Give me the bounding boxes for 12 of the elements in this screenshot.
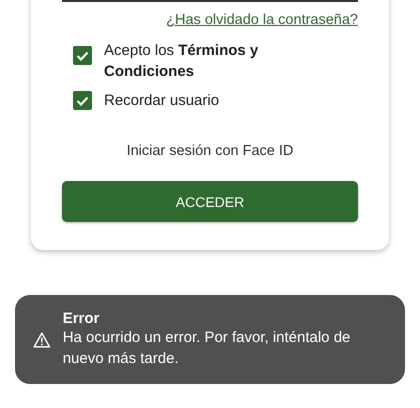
checkbox[interactable] [73,46,92,65]
toast-message: Ha ocurrido un error. Por favor, inténtalo de nuevo más tarde. [62,328,352,369]
warning-icon [33,330,51,350]
check-icon [76,96,89,106]
checkbox[interactable] [73,91,92,110]
forgot-password-link[interactable]: ¿Has olvidado la contraseña? [166,12,358,28]
checkbox-label: Acepto los Términos y Condiciones [104,41,260,82]
checkbox-label: Recordar usuario [104,91,220,111]
submit-button[interactable]: ACCEDER [62,181,358,222]
face-id-link[interactable]: Iniciar sesión con Face ID [126,143,294,159]
toast-title: Error [62,310,100,327]
check-icon [76,50,89,60]
